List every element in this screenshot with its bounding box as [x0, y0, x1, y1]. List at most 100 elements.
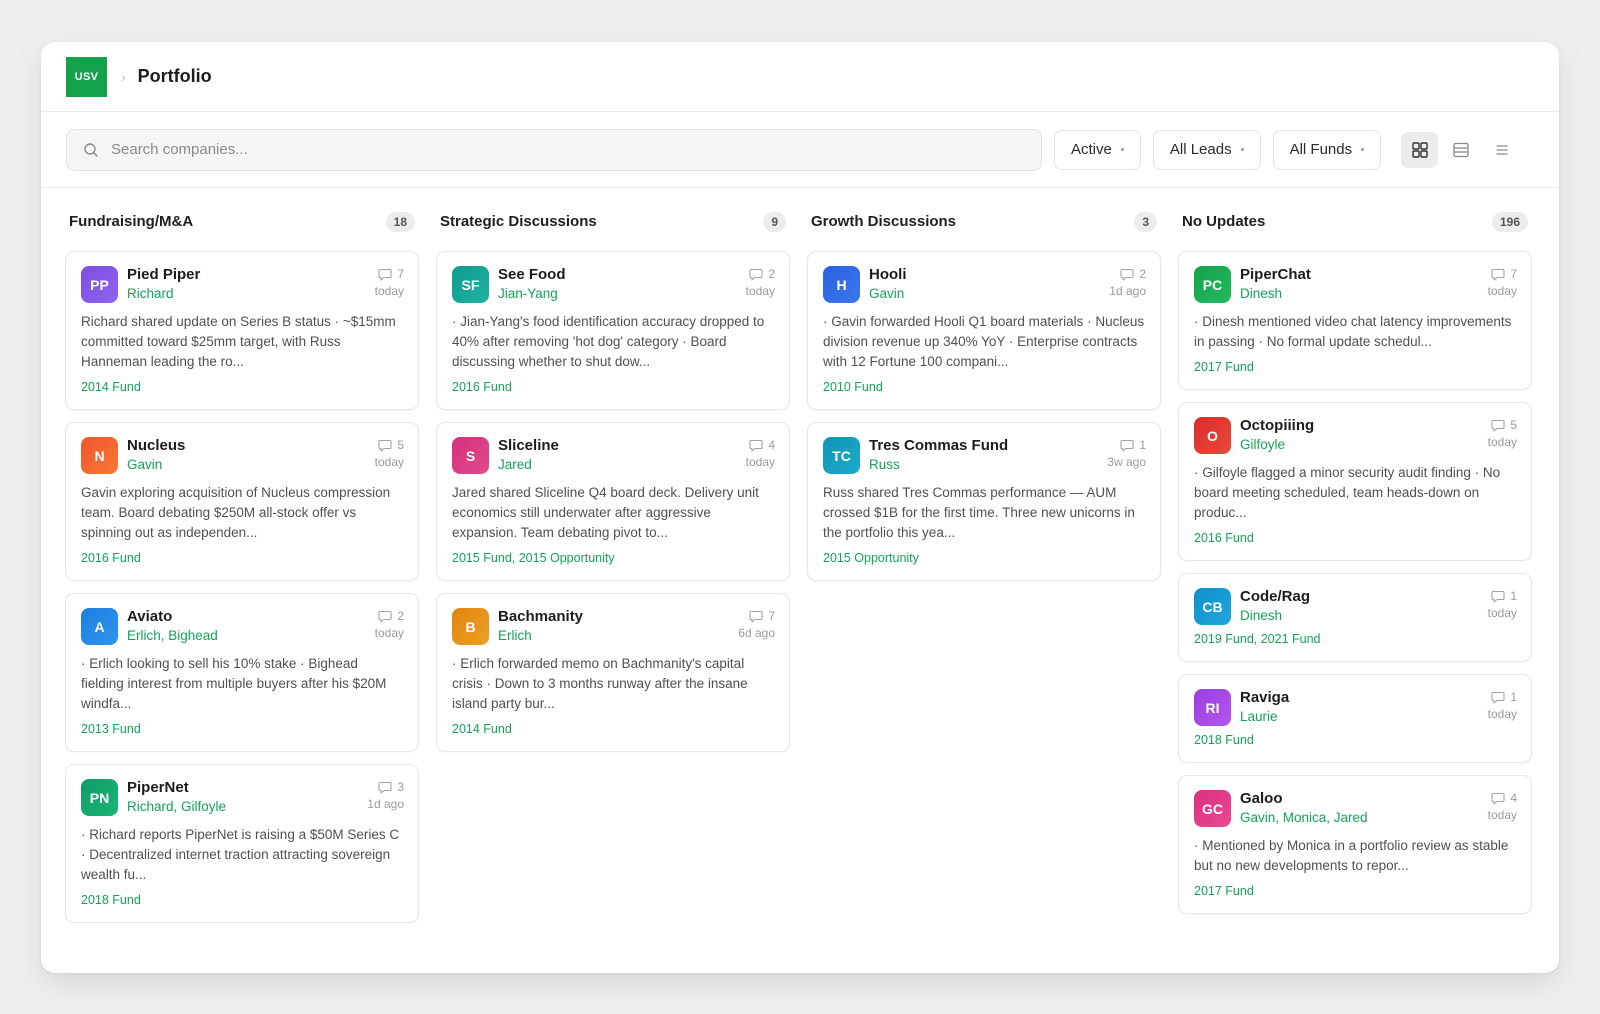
updated-time: today: [745, 284, 775, 298]
fund-tags: 2016 Fund: [1194, 531, 1254, 545]
update-summary: Richard shared update on Series B status…: [81, 314, 396, 369]
company-card-piperchat[interactable]: PC PiperChat Dinesh 7 today · Dinesh men…: [1178, 251, 1532, 390]
comment-icon: [1120, 439, 1134, 452]
company-avatar: B: [452, 608, 489, 645]
status-filter-label: Active: [1071, 141, 1112, 158]
update-summary: · Gavin forwarded Hooli Q1 board materia…: [823, 314, 1145, 369]
company-leads: Erlich: [498, 628, 532, 643]
search-icon: [84, 142, 98, 157]
company-avatar: CB: [1194, 588, 1231, 625]
company-card-octopiiing[interactable]: O Octopiiing Gilfoyle 5 today · Gilfoyle…: [1178, 402, 1532, 561]
company-card-tres-commas-fund[interactable]: TC Tres Commas Fund Russ 1 3w ago Russ s…: [807, 422, 1161, 581]
company-card-aviato[interactable]: A Aviato Erlich, Bighead 2 today · Erlic…: [65, 593, 419, 752]
search-input[interactable]: [111, 141, 1025, 158]
comment-count: 4: [1510, 791, 1517, 805]
company-leads: Gilfoyle: [1240, 437, 1286, 452]
update-summary: · Dinesh mentioned video chat latency im…: [1194, 314, 1512, 349]
fund-tags: 2014 Fund: [452, 722, 512, 736]
leads-filter[interactable]: All Leads: [1152, 129, 1261, 170]
company-name: Sliceline: [498, 437, 559, 454]
grid-view-icon: [1411, 141, 1428, 158]
search-box[interactable]: [66, 128, 1042, 171]
comment-icon: [1491, 268, 1505, 281]
company-leads: Gavin: [869, 286, 905, 301]
company-card-pied-piper[interactable]: PP Pied Piper Richard 7 today Richard sh…: [65, 251, 419, 410]
column-title: No Updates: [1182, 213, 1266, 230]
funds-filter[interactable]: All Funds: [1272, 129, 1382, 170]
fund-tags: 2015 Opportunity: [823, 551, 919, 565]
company-card-see-food[interactable]: SF See Food Jian-Yang 2 today · Jian-Yan…: [436, 251, 790, 410]
leads-filter-label: All Leads: [1169, 141, 1232, 158]
company-name: Octopiiing: [1240, 417, 1315, 434]
company-avatar: PN: [81, 779, 118, 816]
breadcrumb-separator-icon: ›: [121, 68, 126, 85]
company-name: Aviato: [127, 608, 173, 625]
company-card-bachmanity[interactable]: B Bachmanity Erlich 7 6d ago · Erlich fo…: [436, 593, 790, 752]
comment-icon: [1120, 268, 1134, 281]
company-leads: Richard: [127, 286, 174, 301]
company-card-galoo[interactable]: GC Galoo Gavin, Monica, Jared 4 today · …: [1178, 775, 1532, 914]
view-toggle-group: [1401, 131, 1520, 168]
comment-icon: [378, 610, 392, 623]
company-name: Galoo: [1240, 790, 1283, 807]
fund-tags: 2018 Fund: [1194, 733, 1254, 747]
toolbar: Active All Leads All Funds: [41, 112, 1559, 188]
company-card-sliceline[interactable]: S Sliceline Jared 4 today Jared shared S…: [436, 422, 790, 581]
comment-count: 2: [768, 267, 775, 281]
updated-time: today: [1487, 606, 1517, 620]
company-card-pipernet[interactable]: PN PiperNet Richard, Gilfoyle 3 1d ago ·…: [65, 764, 419, 923]
column-fundraising-m-a: Fundraising/M&A 18 PP Pied Piper Richard…: [65, 188, 419, 935]
grid-view-button[interactable]: [1401, 131, 1439, 168]
updated-time: today: [1487, 808, 1517, 822]
company-leads: Gavin: [127, 457, 163, 472]
column-header: Strategic Discussions 9: [436, 188, 790, 251]
updated-time: 1d ago: [1109, 284, 1146, 298]
comment-count: 1: [1510, 589, 1517, 603]
company-leads: Gavin, Monica, Jared: [1240, 810, 1368, 825]
update-summary: · Mentioned by Monica in a portfolio rev…: [1194, 838, 1509, 873]
company-name: See Food: [498, 266, 566, 283]
company-leads: Dinesh: [1240, 286, 1283, 301]
update-summary: · Erlich looking to sell his 10% stake ·…: [81, 656, 387, 711]
company-avatar: H: [823, 266, 860, 303]
funds-filter-label: All Funds: [1289, 141, 1353, 158]
comment-count: 5: [1510, 418, 1517, 432]
status-filter[interactable]: Active: [1054, 129, 1141, 170]
comment-icon: [1491, 691, 1505, 704]
company-leads: Dinesh: [1240, 608, 1283, 623]
company-name: Pied Piper: [127, 266, 201, 283]
update-summary: · Jian-Yang's food identification accura…: [452, 314, 765, 369]
fund-tags: 2018 Fund: [81, 893, 141, 907]
company-card-nucleus[interactable]: N Nucleus Gavin 5 today Gavin exploring …: [65, 422, 419, 581]
company-card-code-rag[interactable]: CB Code/Rag Dinesh 1 today 2019 Fund, 20…: [1178, 573, 1532, 662]
updated-time: today: [1487, 435, 1517, 449]
company-leads: Russ: [869, 457, 900, 472]
comment-count: 1: [1139, 438, 1146, 452]
usv-logo[interactable]: USV: [66, 56, 107, 97]
column-title: Fundraising/M&A: [69, 213, 194, 230]
fund-tags: 2019 Fund, 2021 Fund: [1194, 632, 1321, 646]
update-summary: Jared shared Sliceline Q4 board deck. De…: [452, 485, 759, 540]
column-header: No Updates 196: [1178, 188, 1532, 251]
updated-time: 6d ago: [738, 626, 775, 640]
comment-icon: [378, 268, 392, 281]
comment-count: 1: [1510, 690, 1517, 704]
company-leads: Erlich, Bighead: [127, 628, 218, 643]
company-avatar: PP: [81, 266, 118, 303]
list-view-button[interactable]: [1483, 132, 1520, 168]
table-view-icon: [1452, 142, 1469, 157]
company-avatar: S: [452, 437, 489, 474]
comment-count: 2: [397, 609, 404, 623]
table-view-button[interactable]: [1442, 132, 1479, 168]
column-count-badge: 9: [763, 211, 786, 232]
company-name: Code/Rag: [1240, 588, 1311, 605]
update-summary: Gavin exploring acquisition of Nucleus c…: [81, 485, 391, 540]
fund-tags: 2010 Fund: [823, 380, 883, 394]
comment-count: 5: [397, 438, 404, 452]
comment-icon: [749, 610, 763, 623]
column-count-badge: 196: [1491, 211, 1528, 232]
company-card-raviga[interactable]: RI Raviga Laurie 1 today 2018 Fund: [1178, 674, 1532, 763]
updated-time: today: [374, 626, 404, 640]
column-count-badge: 18: [385, 211, 415, 232]
company-card-hooli[interactable]: H Hooli Gavin 2 1d ago · Gavin forwarded…: [807, 251, 1161, 410]
